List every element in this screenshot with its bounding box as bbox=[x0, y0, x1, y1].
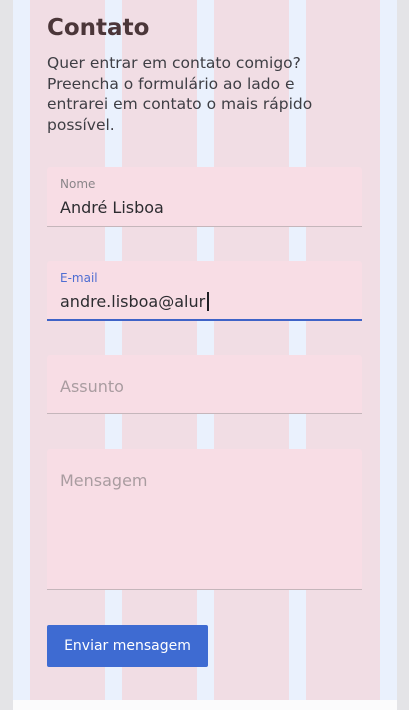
message-field[interactable]: Mensagem bbox=[47, 449, 362, 590]
subject-field[interactable]: Assunto bbox=[47, 355, 362, 414]
name-field-value: André Lisboa bbox=[60, 198, 164, 217]
intro-text: Quer entrar em contato comigo? Preencha … bbox=[47, 54, 313, 134]
email-field-value: andre.lisboa@alur bbox=[60, 292, 206, 311]
message-field-placeholder: Mensagem bbox=[60, 471, 148, 490]
name-field-label: Nome bbox=[60, 177, 96, 191]
email-field-label: E-mail bbox=[60, 271, 98, 285]
contact-section: Contato Quer entrar em contato comigo? P… bbox=[0, 0, 409, 710]
email-field-value-wrap: andre.lisboa@alur bbox=[60, 292, 209, 311]
page-title: Contato bbox=[47, 15, 150, 41]
send-message-button[interactable]: Enviar mensagem bbox=[47, 625, 208, 667]
email-field[interactable]: E-mail andre.lisboa@alur bbox=[47, 261, 362, 321]
subject-field-placeholder: Assunto bbox=[60, 377, 124, 396]
text-caret bbox=[207, 292, 209, 311]
name-field[interactable]: Nome André Lisboa bbox=[47, 167, 362, 227]
bottom-strip bbox=[13, 700, 397, 710]
